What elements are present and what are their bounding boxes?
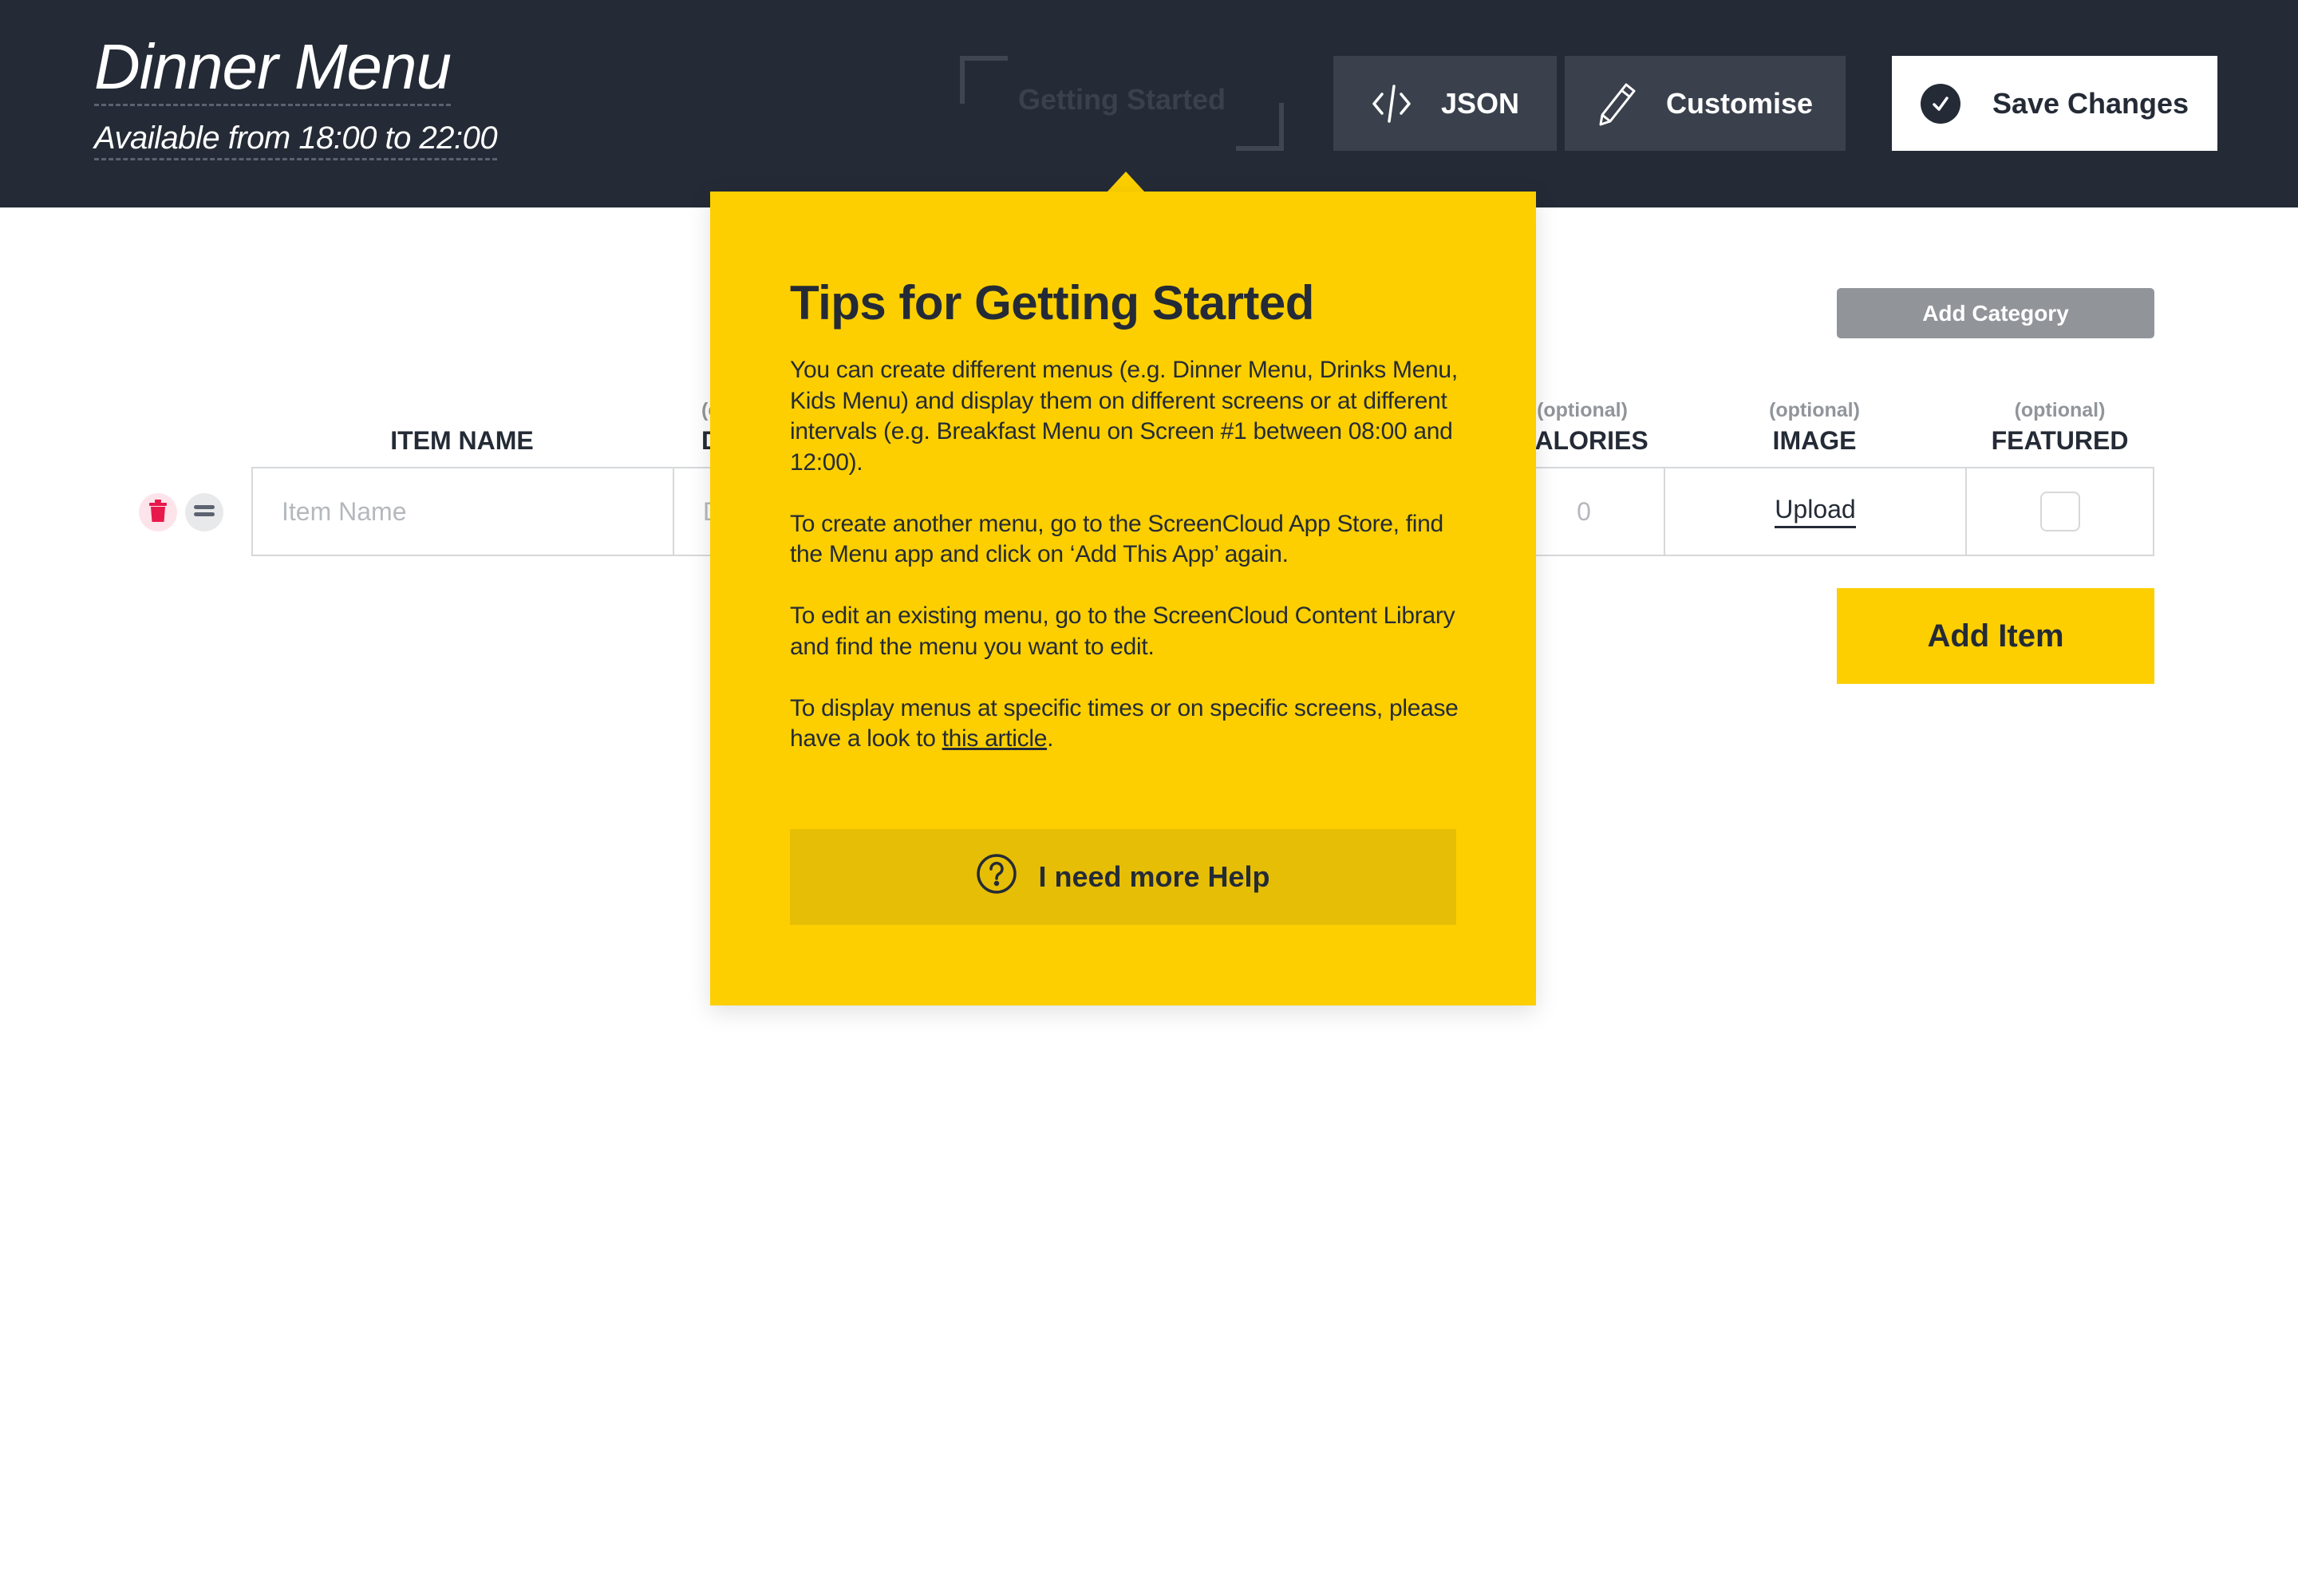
popup-paragraph-text: To display menus at specific times or on…: [790, 694, 1459, 753]
trash-icon: [149, 499, 167, 526]
check-circle-icon: [1920, 83, 1960, 124]
row-actions: [139, 493, 223, 531]
popup-arrow: [1107, 172, 1145, 192]
column-name: FEATURED: [1991, 426, 2129, 455]
save-changes-button[interactable]: Save Changes: [1892, 56, 2217, 151]
popup-paragraph: To edit an existing menu, go to the Scre…: [790, 602, 1455, 660]
column-optional-label: (optional): [2014, 399, 2106, 421]
column-name: IMAGE: [1772, 426, 1857, 455]
column-header-featured: (optional) FEATURED: [1965, 399, 2154, 456]
pencil-icon: [1597, 81, 1637, 126]
need-more-help-button[interactable]: I need more Help: [790, 829, 1456, 925]
popup-paragraph: You can create different menus (e.g. Din…: [790, 357, 1458, 476]
menu-title[interactable]: Dinner Menu: [94, 34, 452, 106]
popup-paragraph: To create another menu, go to the Screen…: [790, 510, 1443, 568]
column-optional-label: (optional): [1769, 399, 1860, 421]
popup-paragraph-end: .: [1047, 725, 1054, 752]
item-name-input[interactable]: [253, 468, 673, 555]
customise-label: Customise: [1665, 86, 1814, 120]
save-changes-label: Save Changes: [1992, 86, 2189, 120]
json-button[interactable]: JSON: [1333, 56, 1557, 151]
column-optional-label: [251, 399, 673, 426]
column-header-item-name: ITEM NAME: [251, 399, 673, 456]
image-cell: Upload: [1665, 468, 1967, 555]
popup-body: You can create different menus (e.g. Din…: [790, 355, 1460, 785]
featured-checkbox[interactable]: [2039, 492, 2080, 531]
need-more-help-label: I need more Help: [1038, 860, 1270, 893]
item-name-cell: [253, 468, 674, 555]
popup-paragraph: To display menus at specific times or on…: [790, 693, 1460, 755]
drag-handle-button[interactable]: [185, 493, 223, 531]
customise-button[interactable]: Customise: [1565, 56, 1846, 151]
question-circle-icon: [976, 853, 1017, 902]
getting-started-popup: Tips for Getting Started You can create …: [710, 192, 1536, 1005]
menu-availability[interactable]: Available from 18:00 to 22:00: [94, 120, 498, 160]
add-item-button[interactable]: Add Item: [1837, 588, 2154, 684]
getting-started-label: Getting Started: [1017, 83, 1226, 116]
add-category-button[interactable]: Add Category: [1837, 288, 2154, 338]
drag-handle-icon: [194, 504, 215, 521]
popup-title: Tips for Getting Started: [790, 276, 1314, 330]
calories-input[interactable]: 0: [1577, 497, 1591, 527]
getting-started-button[interactable]: Getting Started: [960, 56, 1284, 151]
app-header: Dinner Menu Available from 18:00 to 22:0…: [0, 0, 2298, 207]
column-name: ITEM NAME: [390, 426, 534, 455]
this-article-link[interactable]: this article: [942, 725, 1048, 752]
featured-cell: [1967, 468, 2153, 555]
column-header-image: (optional) IMAGE: [1664, 399, 1965, 456]
upload-image-link[interactable]: Upload: [1775, 495, 1856, 528]
delete-item-button[interactable]: [139, 493, 177, 531]
json-label: JSON: [1440, 86, 1520, 120]
code-icon: [1371, 83, 1412, 124]
